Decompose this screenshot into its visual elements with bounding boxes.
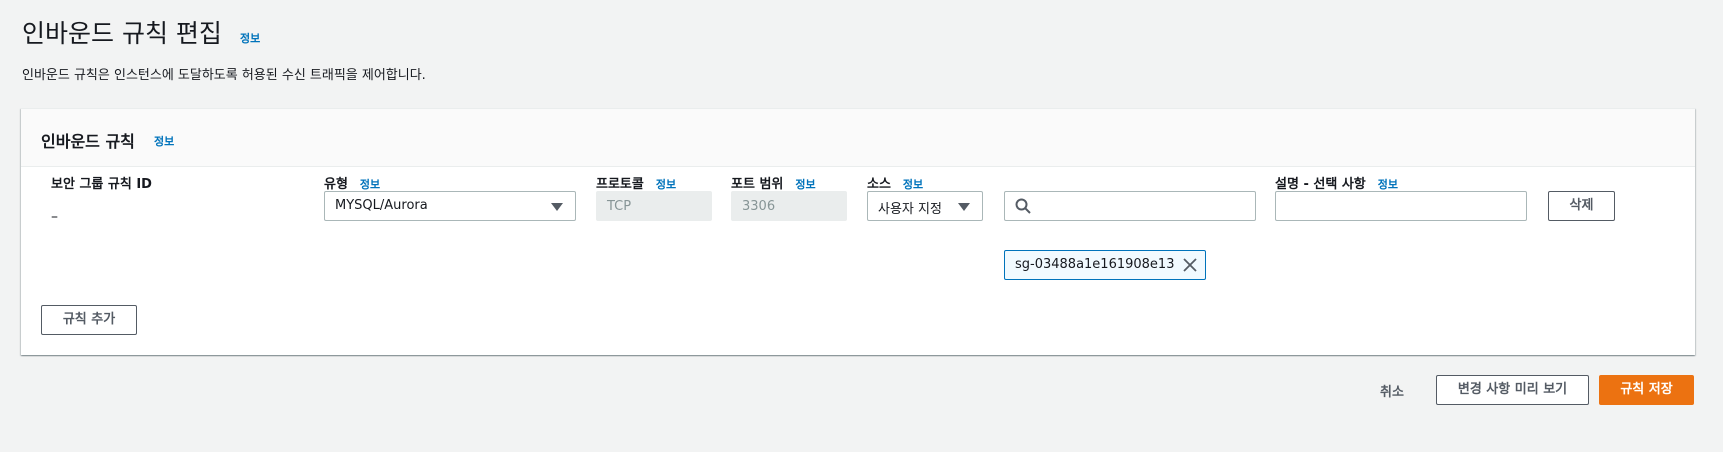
column-header-source: 소스 정보 bbox=[867, 173, 923, 192]
column-label-source: 소스 bbox=[867, 177, 891, 192]
column-header-rule-id: 보안 그룹 규칙 ID bbox=[51, 173, 152, 192]
port-range-value: 3306 bbox=[742, 199, 776, 214]
description-info-link[interactable]: 정보 bbox=[1378, 178, 1398, 191]
type-select-value: MYSQL/Aurora bbox=[335, 198, 428, 213]
column-label-protocol: 프로토콜 bbox=[596, 177, 644, 192]
port-range-info-link[interactable]: 정보 bbox=[795, 178, 815, 191]
source-select[interactable]: 사용자 지정 bbox=[867, 191, 983, 221]
caret-down-icon bbox=[958, 203, 970, 211]
column-header-description: 설명 - 선택 사항 정보 bbox=[1275, 173, 1398, 192]
search-icon bbox=[1015, 198, 1031, 214]
close-icon[interactable] bbox=[1183, 258, 1197, 272]
source-select-value: 사용자 지정 bbox=[878, 202, 942, 217]
save-rules-button[interactable]: 규칙 저장 bbox=[1599, 375, 1694, 405]
inbound-rules-panel: 인바운드 규칙 정보 보안 그룹 규칙 ID 유형 정보 프로토콜 정보 포트 범위… bbox=[21, 108, 1695, 355]
column-header-port-range: 포트 범위 정보 bbox=[731, 173, 816, 192]
type-info-link[interactable]: 정보 bbox=[360, 178, 380, 191]
panel-header: 인바운드 규칙 정보 bbox=[21, 109, 1695, 167]
source-info-link[interactable]: 정보 bbox=[903, 178, 923, 191]
panel-title: 인바운드 규칙 bbox=[41, 132, 135, 151]
port-range-field: 3306 bbox=[731, 191, 847, 221]
page-title-info-link[interactable]: 정보 bbox=[240, 30, 260, 46]
type-select[interactable]: MYSQL/Aurora bbox=[324, 191, 576, 221]
preview-changes-button[interactable]: 변경 사항 미리 보기 bbox=[1436, 375, 1589, 405]
protocol-field: TCP bbox=[596, 191, 712, 221]
delete-rule-button[interactable]: 삭제 bbox=[1548, 191, 1615, 221]
caret-down-icon bbox=[551, 203, 563, 211]
source-security-group-token: sg-03488a1e161908e13 bbox=[1004, 250, 1206, 280]
add-rule-button[interactable]: 규칙 추가 bbox=[41, 305, 137, 335]
description-input[interactable] bbox=[1275, 191, 1527, 221]
page-description: 인바운드 규칙은 인스턴스에 도달하도록 허용된 수신 트래픽을 제어합니다. bbox=[22, 68, 426, 83]
column-label-description: 설명 - 선택 사항 bbox=[1275, 177, 1366, 192]
protocol-info-link[interactable]: 정보 bbox=[656, 178, 676, 191]
column-header-type: 유형 정보 bbox=[324, 173, 380, 192]
column-header-protocol: 프로토콜 정보 bbox=[596, 173, 676, 192]
cancel-button[interactable]: 취소 bbox=[1380, 381, 1404, 400]
rule-id-value: – bbox=[51, 209, 58, 225]
column-label-port-range: 포트 범위 bbox=[731, 177, 784, 192]
column-label-rule-id: 보안 그룹 규칙 ID bbox=[51, 177, 152, 192]
panel-title-info-link[interactable]: 정보 bbox=[154, 133, 174, 149]
source-search-input[interactable] bbox=[1004, 191, 1256, 221]
token-label: sg-03488a1e161908e13 bbox=[1015, 257, 1175, 272]
page-title: 인바운드 규칙 편집 bbox=[22, 19, 222, 48]
protocol-value: TCP bbox=[607, 199, 632, 214]
column-label-type: 유형 bbox=[324, 177, 348, 192]
